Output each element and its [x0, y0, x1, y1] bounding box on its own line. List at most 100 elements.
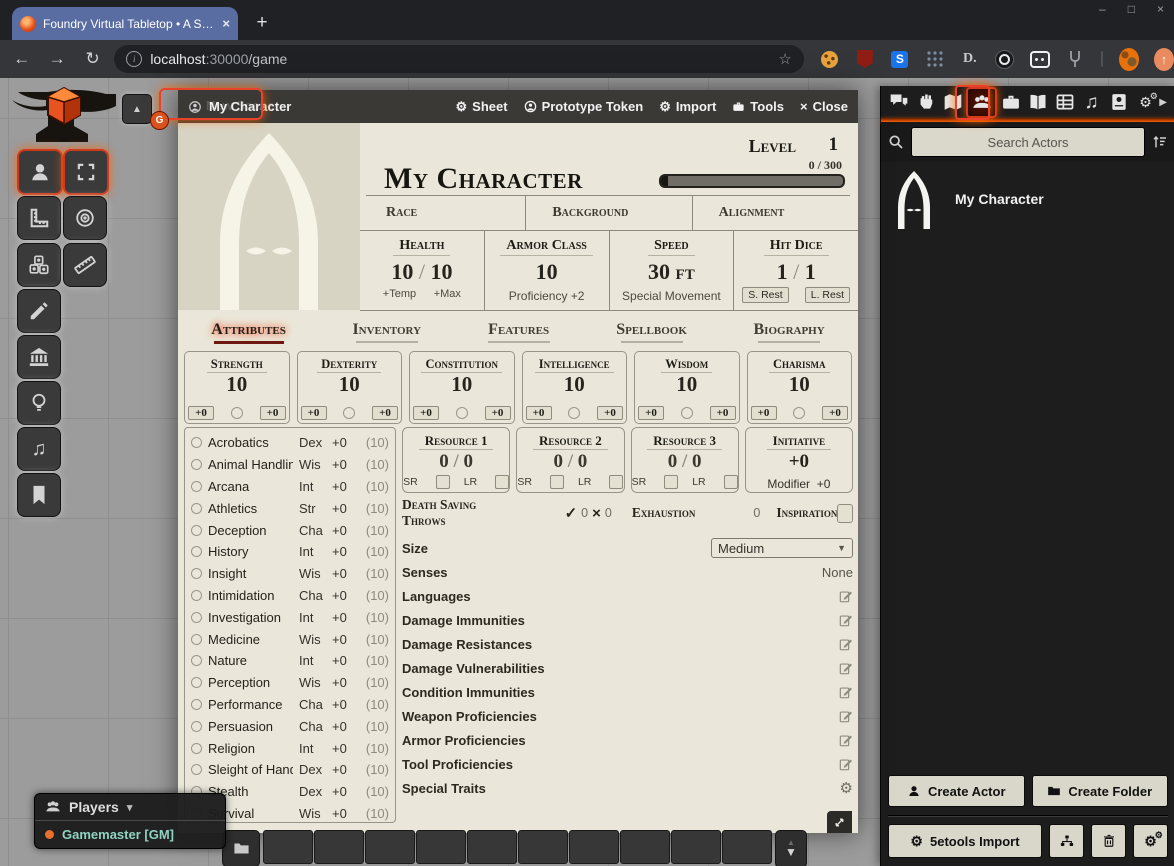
gear-icon[interactable]: ⚙	[840, 779, 853, 797]
collapse-nav-button[interactable]: ▲	[122, 94, 152, 124]
foundry-anvil-logo[interactable]	[8, 86, 120, 152]
skill-proficiency-radio[interactable]	[191, 437, 202, 448]
sr-checkbox[interactable]	[550, 475, 564, 489]
skill-proficiency-radio[interactable]	[191, 568, 202, 579]
macro-slot[interactable]	[518, 830, 568, 864]
skill-row[interactable]: Deception Cha +0 (10)	[191, 519, 389, 541]
token-controls-button[interactable]	[17, 149, 63, 195]
death-fail-count[interactable]: 0	[605, 506, 612, 520]
columns-grid-icon[interactable]	[925, 49, 945, 69]
background-field[interactable]: Background	[525, 196, 691, 230]
skill-proficiency-radio[interactable]	[191, 590, 202, 601]
edit-icon[interactable]	[839, 709, 853, 723]
edit-icon[interactable]	[839, 613, 853, 627]
alignment-field[interactable]: Alignment	[692, 196, 858, 230]
level-value[interactable]: 1	[829, 134, 839, 156]
ability-save-mod[interactable]: +0	[413, 406, 439, 420]
skill-row[interactable]: Nature Int +0 (10)	[191, 650, 389, 672]
edit-icon[interactable]	[839, 661, 853, 675]
window-minimize-button[interactable]: –	[1099, 2, 1106, 16]
skill-row[interactable]: Investigation Int +0 (10)	[191, 606, 389, 628]
bookmark-star-icon[interactable]: ☆	[778, 50, 791, 68]
ability-check-mod[interactable]: +0	[597, 406, 623, 420]
delete-button[interactable]	[1091, 824, 1126, 858]
check-icon[interactable]: ✓	[565, 504, 578, 522]
lens-extension-icon[interactable]	[995, 49, 1015, 69]
resource-max[interactable]: 0	[692, 451, 702, 472]
skill-proficiency-radio[interactable]	[191, 743, 202, 754]
edit-icon[interactable]	[839, 733, 853, 747]
macro-slot[interactable]	[620, 830, 670, 864]
hotbar-page-button[interactable]: ▲ ▼	[775, 830, 807, 866]
skill-proficiency-radio[interactable]	[191, 612, 202, 623]
macro-slot[interactable]	[671, 830, 721, 864]
proficiency-radio[interactable]	[793, 407, 805, 419]
skill-row[interactable]: Animal Handling Wis +0 (10)	[191, 454, 389, 476]
resource-max[interactable]: 0	[578, 451, 588, 472]
ability-check-mod[interactable]: +0	[822, 406, 848, 420]
target-tool-button[interactable]	[63, 196, 107, 240]
skill-proficiency-radio[interactable]	[191, 459, 202, 470]
5etools-import-button[interactable]: ⚙ 5etools Import	[888, 824, 1042, 858]
short-rest-button[interactable]: S. Rest	[742, 287, 788, 303]
ruler-tool-button[interactable]	[63, 243, 107, 287]
macro-slot[interactable]	[722, 830, 772, 864]
lr-checkbox[interactable]	[724, 475, 738, 489]
race-field[interactable]: Race	[360, 196, 525, 230]
prototype-token-button[interactable]: Prototype Token	[524, 99, 644, 114]
proficiency-radio[interactable]	[231, 407, 243, 419]
hd-max[interactable]: 1	[805, 259, 816, 284]
special-movement-link[interactable]: Special Movement	[610, 289, 734, 303]
tab-items[interactable]	[997, 88, 1024, 116]
resource-label[interactable]: Resource 1	[419, 433, 494, 450]
tab-tables[interactable]	[1051, 88, 1078, 116]
create-actor-button[interactable]: Create Actor	[888, 775, 1025, 807]
modifier-value[interactable]: +0	[817, 477, 831, 491]
tab-spellbook[interactable]: Spellbook	[616, 321, 687, 343]
walls-tools-button[interactable]	[17, 335, 61, 379]
resource-max[interactable]: 0	[464, 451, 474, 472]
skill-proficiency-radio[interactable]	[191, 764, 202, 775]
tools-button[interactable]: Tools	[732, 99, 784, 114]
hp-tempmax-label[interactable]: +Max	[434, 288, 461, 300]
lr-checkbox[interactable]	[495, 475, 509, 489]
sr-checkbox[interactable]	[436, 475, 450, 489]
ability-save-mod[interactable]: +0	[301, 406, 327, 420]
search-input[interactable]	[911, 127, 1145, 157]
lr-checkbox[interactable]	[609, 475, 623, 489]
skill-row[interactable]: Perception Wis +0 (10)	[191, 672, 389, 694]
skill-row[interactable]: Athletics Str +0 (10)	[191, 497, 389, 519]
ability-check-mod[interactable]: +0	[485, 406, 511, 420]
tab-chat[interactable]	[885, 88, 912, 116]
ability-score[interactable]: 10	[185, 373, 289, 395]
skill-row[interactable]: History Int +0 (10)	[191, 541, 389, 563]
tab-combat[interactable]	[912, 88, 939, 116]
ability-card[interactable]: Constitution 10 +0 +0	[409, 351, 515, 424]
ability-save-mod[interactable]: +0	[638, 406, 664, 420]
skill-proficiency-radio[interactable]	[191, 634, 202, 645]
window-maximize-button[interactable]: □	[1128, 2, 1135, 16]
skill-proficiency-radio[interactable]	[191, 721, 202, 732]
skill-row[interactable]: Performance Cha +0 (10)	[191, 694, 389, 716]
ability-score[interactable]: 10	[298, 373, 402, 395]
skill-row[interactable]: Intimidation Cha +0 (10)	[191, 585, 389, 607]
player-row[interactable]: Gamemaster [GM]	[35, 821, 225, 848]
ac-value[interactable]: 10	[485, 259, 609, 285]
edit-icon[interactable]	[839, 757, 853, 771]
create-folder-button[interactable]: Create Folder	[1032, 775, 1169, 807]
sound-tools-button[interactable]: ♫	[17, 427, 61, 471]
character-name[interactable]: My Character	[384, 162, 583, 196]
skill-row[interactable]: Persuasion Cha +0 (10)	[191, 715, 389, 737]
resource-value[interactable]: 0	[553, 451, 563, 472]
sheet-config-button[interactable]: ⚙Sheet	[456, 99, 508, 115]
hp-temp-label[interactable]: +Temp	[383, 288, 416, 300]
ability-score[interactable]: 10	[635, 373, 739, 395]
skill-row[interactable]: Insight Wis +0 (10)	[191, 563, 389, 585]
game-canvas[interactable]: ▲ ♫	[0, 78, 1174, 866]
site-info-icon[interactable]: i	[126, 51, 142, 67]
lighting-tools-button[interactable]	[17, 381, 61, 425]
forward-button[interactable]: →	[39, 49, 74, 69]
folder-tree-button[interactable]	[1049, 824, 1084, 858]
players-header[interactable]: Players ▾	[35, 794, 225, 821]
skill-row[interactable]: Sleight of Hand Dex +0 (10)	[191, 759, 389, 781]
